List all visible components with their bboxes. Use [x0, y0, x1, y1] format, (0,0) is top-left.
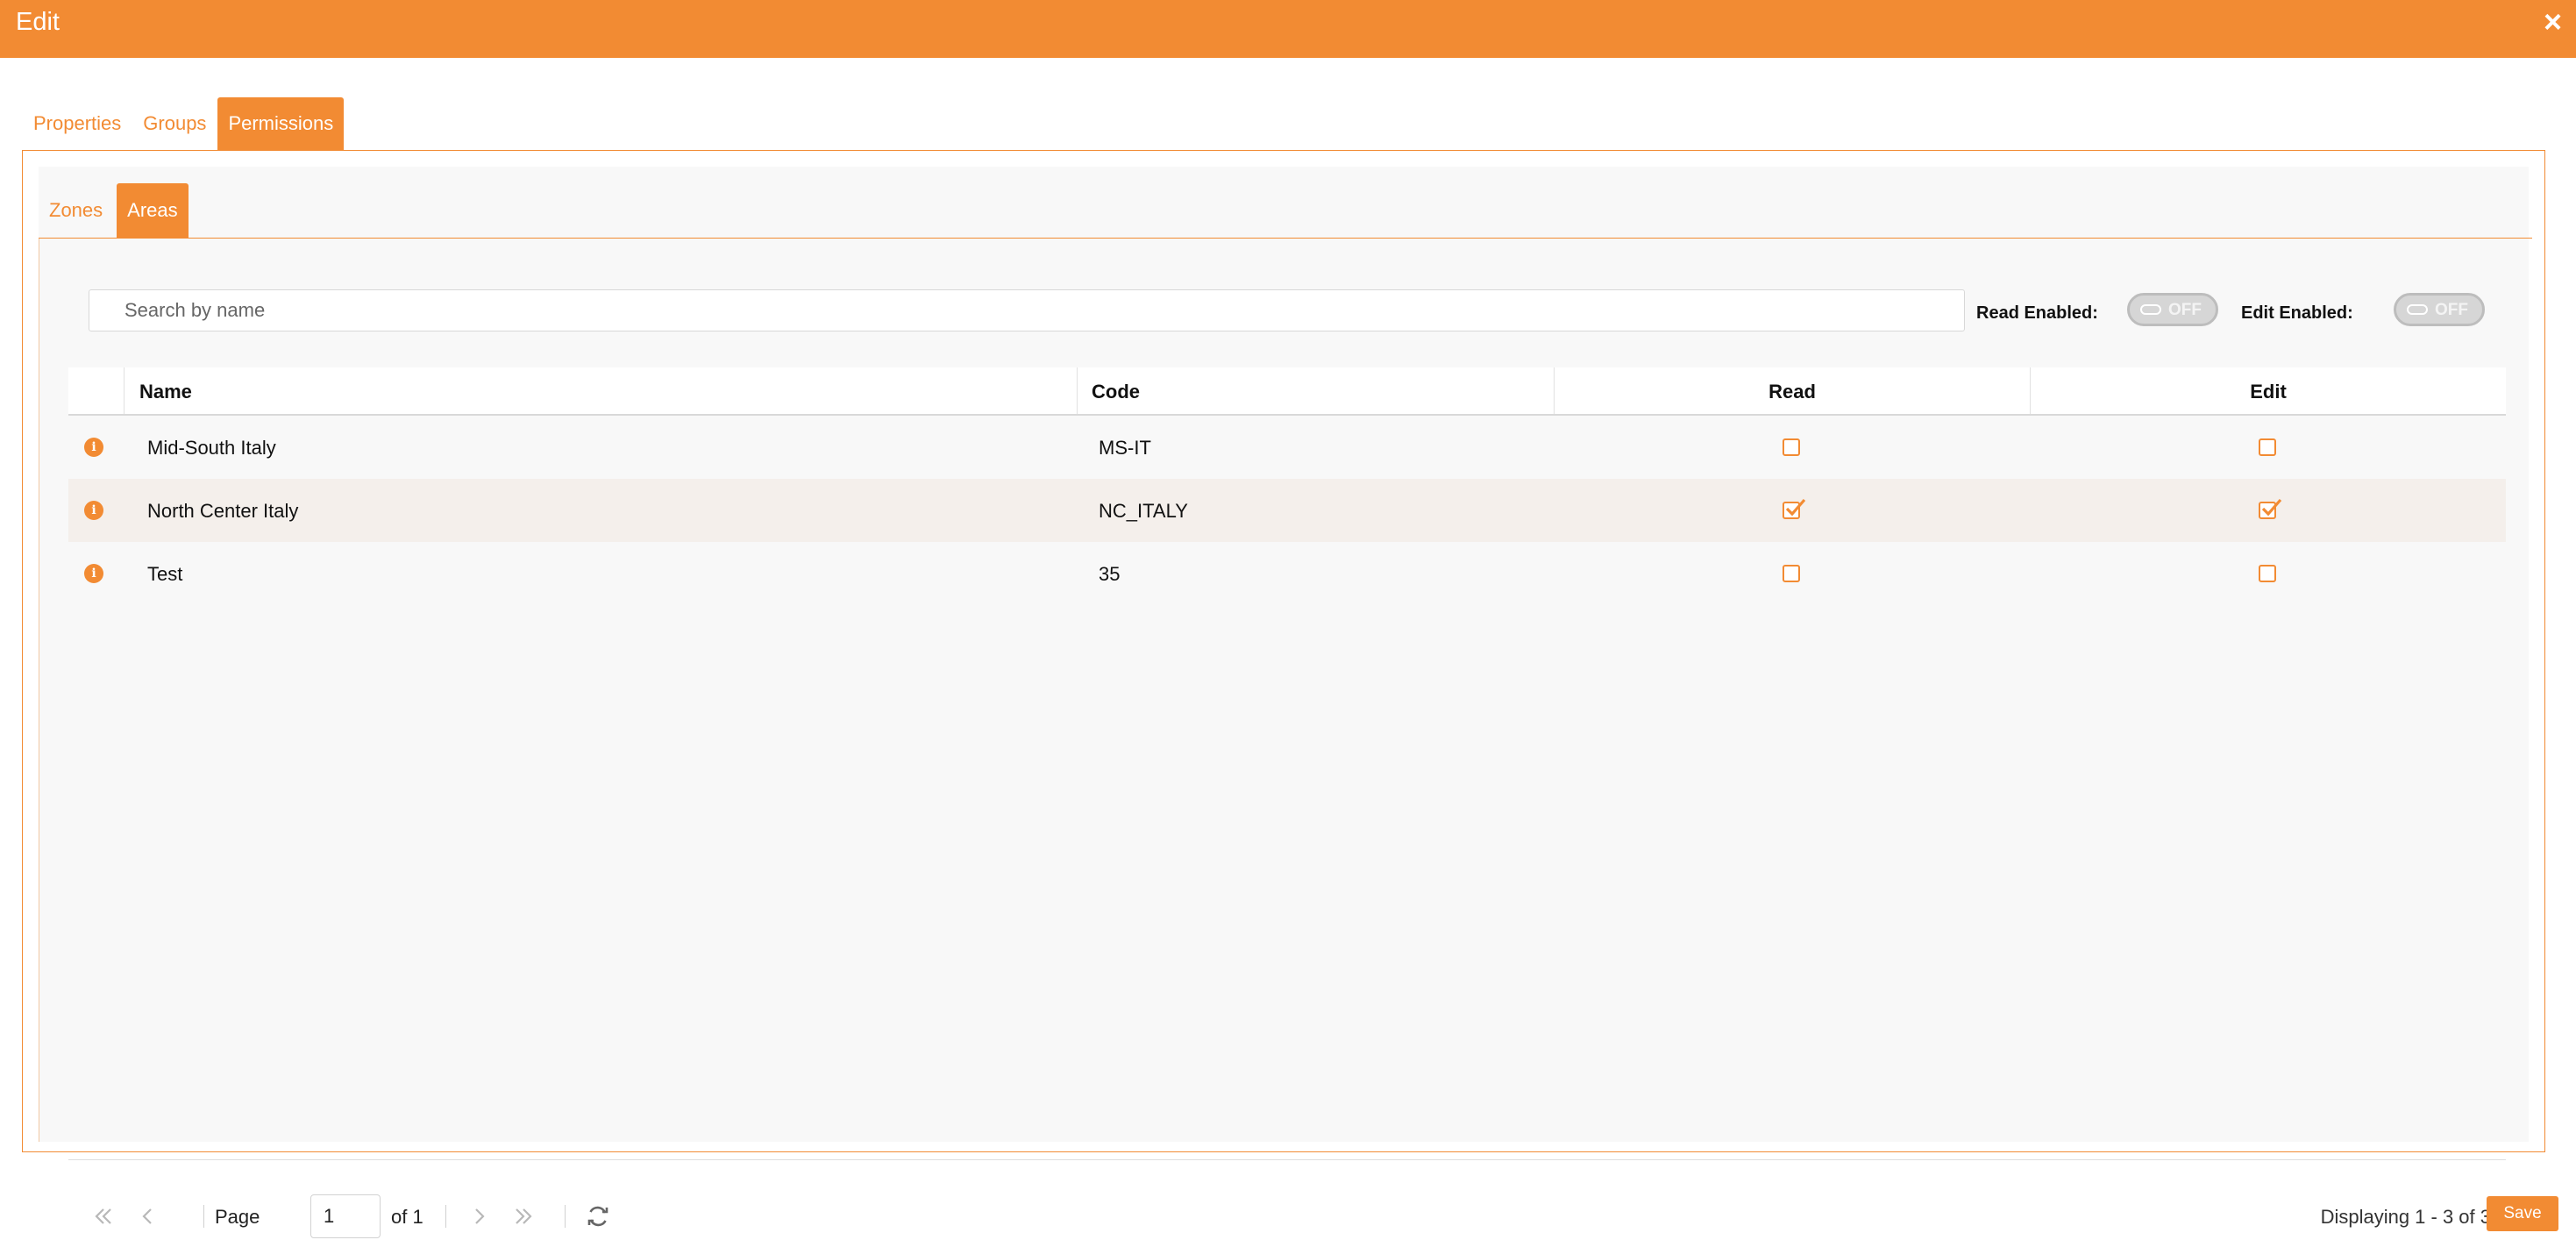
toggle-state: OFF [2168, 301, 2202, 319]
column-header-icon [68, 367, 124, 414]
cell-code: MS-IT [1099, 437, 1151, 459]
cell-code: NC_ITALY [1099, 500, 1188, 522]
read-checkbox[interactable] [1783, 498, 1806, 519]
displaying-info: Displaying 1 - 3 of 3 [2320, 1206, 2491, 1228]
column-header-name[interactable]: Name [124, 367, 1077, 414]
read-enabled-toggle[interactable]: OFF [2127, 293, 2218, 326]
sub-tabs: Zones Areas [39, 183, 190, 238]
toggle-knob [2140, 304, 2161, 315]
edit-checkbox[interactable] [2259, 498, 2282, 519]
cell-code: 35 [1099, 563, 1121, 585]
dialog-title: Edit [16, 8, 60, 36]
page-number-input[interactable] [310, 1194, 381, 1238]
areas-content: Read Enabled: OFF Edit Enabled: OFF Name… [39, 239, 2529, 1238]
page-count-label: of 1 [391, 1206, 423, 1228]
pager-divider [68, 1159, 2506, 1160]
double-chevron-left-icon[interactable] [88, 1201, 117, 1231]
edit-checkbox[interactable] [2259, 565, 2276, 582]
cell-name: Test [147, 563, 183, 585]
permissions-inner: Zones Areas Read Enabled: OFF Edit Enabl… [39, 167, 2532, 1238]
chevron-right-icon[interactable] [464, 1201, 494, 1231]
table-row[interactable]: i North Center Italy NC_ITALY [68, 479, 2506, 542]
save-button[interactable]: Save [2487, 1196, 2558, 1231]
info-icon[interactable]: i [84, 564, 103, 583]
chevron-left-icon[interactable] [133, 1201, 163, 1231]
tab-groups[interactable]: Groups [132, 97, 217, 150]
refresh-icon[interactable] [583, 1201, 613, 1231]
read-checkbox[interactable] [1783, 438, 1800, 456]
tab-properties[interactable]: Properties [23, 97, 132, 150]
edit-checkbox[interactable] [2259, 438, 2276, 456]
permissions-panel: Zones Areas Read Enabled: OFF Edit Enabl… [22, 150, 2545, 1238]
paging-toolbar: Page of 1 Displaying 1 - 3 of 3 [68, 1194, 2506, 1240]
edit-enabled-label: Edit Enabled: [2241, 303, 2353, 323]
table-row[interactable]: i Test 35 [68, 542, 2506, 605]
toggle-state: OFF [2435, 301, 2468, 319]
search-input[interactable] [89, 289, 1965, 331]
main-tabs: Properties Groups Permissions [23, 97, 345, 150]
info-icon[interactable]: i [84, 438, 103, 457]
read-enabled-label: Read Enabled: [1976, 303, 2098, 323]
tab-zones[interactable]: Zones [39, 183, 115, 238]
pager-separator [565, 1205, 566, 1228]
tab-permissions[interactable]: Permissions [217, 97, 345, 150]
grid-header: Name Code Read Edit [68, 367, 2506, 416]
page-label: Page [215, 1206, 260, 1228]
double-chevron-right-icon[interactable] [509, 1201, 539, 1231]
dialog-titlebar: Edit × [0, 0, 2576, 58]
info-icon[interactable]: i [84, 501, 103, 520]
cell-name: North Center Italy [147, 500, 299, 522]
pager-separator [203, 1205, 204, 1228]
column-header-edit[interactable]: Edit [2030, 367, 2506, 414]
column-header-read[interactable]: Read [1554, 367, 2030, 414]
areas-grid: Name Code Read Edit i Mid-South Italy MS… [68, 367, 2506, 605]
tab-areas[interactable]: Areas [117, 183, 189, 238]
pager-separator [445, 1205, 446, 1228]
toggle-knob [2407, 304, 2428, 315]
column-header-code[interactable]: Code [1077, 367, 1554, 414]
cell-name: Mid-South Italy [147, 437, 276, 459]
edit-enabled-toggle[interactable]: OFF [2394, 293, 2485, 326]
read-checkbox[interactable] [1783, 565, 1800, 582]
close-icon[interactable]: × [2544, 4, 2562, 40]
table-row[interactable]: i Mid-South Italy MS-IT [68, 416, 2506, 479]
